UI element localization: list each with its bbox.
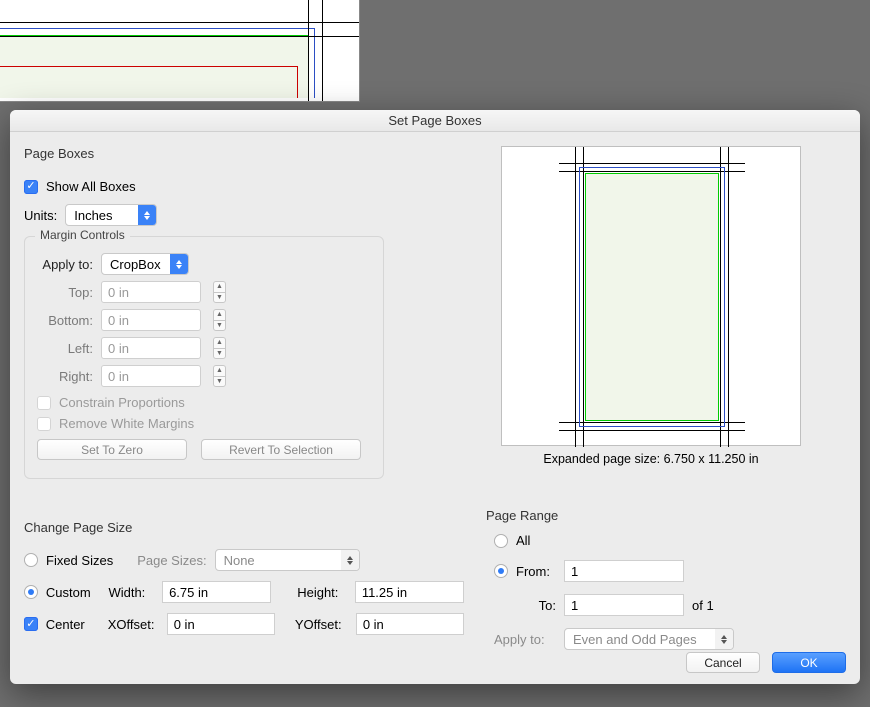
center-checkbox[interactable]: ✓ [24,617,38,631]
bottom-label: Bottom: [37,313,93,328]
to-input[interactable]: 1 [564,594,684,616]
height-input[interactable]: 11.25 in [355,581,464,603]
margin-controls-group: Margin Controls Apply to: CropBox Top: 0… [24,236,384,479]
to-suffix: of 1 [692,598,714,613]
custom-radio[interactable] [24,585,38,599]
apply-to-label: Apply to: [37,257,93,272]
right-stepper[interactable]: ▲▼ [213,365,226,387]
right-input[interactable]: 0 in [101,365,201,387]
top-label: Top: [37,285,93,300]
page-sizes-value: None [224,553,255,568]
range-apply-to-value: Even and Odd Pages [573,632,697,647]
all-pages-radio[interactable] [494,534,508,548]
constrain-proportions-label: Constrain Proportions [59,395,185,410]
from-radio[interactable] [494,564,508,578]
dialog-title: Set Page Boxes [10,110,860,132]
left-stepper[interactable]: ▲▼ [213,337,226,359]
yoffset-input[interactable]: 0 in [356,613,464,635]
width-input[interactable]: 6.75 in [162,581,271,603]
all-pages-label: All [516,533,530,548]
fixed-sizes-radio[interactable] [24,553,38,567]
constrain-proportions-checkbox [37,396,51,410]
cancel-button[interactable]: Cancel [686,652,760,673]
apply-to-value: CropBox [110,257,161,272]
width-label: Width: [108,585,154,600]
page-sizes-label: Page Sizes: [137,553,206,568]
units-select[interactable]: Inches [65,204,157,226]
to-label: To: [516,598,556,613]
bottom-stepper[interactable]: ▲▼ [213,309,226,331]
fixed-sizes-label: Fixed Sizes [46,553,113,568]
xoffset-label: XOffset: [108,617,159,632]
from-input[interactable]: 1 [564,560,684,582]
top-stepper[interactable]: ▲▼ [213,281,226,303]
xoffset-input[interactable]: 0 in [167,613,275,635]
yoffset-label: YOffset: [295,617,348,632]
background-document [0,0,360,102]
height-label: Height: [297,585,347,600]
remove-white-margins-label: Remove White Margins [59,416,194,431]
revert-to-selection-button[interactable]: Revert To Selection [201,439,361,460]
page-sizes-select: None [215,549,360,571]
units-value: Inches [74,208,112,223]
left-input[interactable]: 0 in [101,337,201,359]
page-range-section-label: Page Range [486,508,846,523]
chevron-updown-icon [170,254,188,274]
chevron-updown-icon [138,205,156,225]
preview-caption: Expanded page size: 6.750 x 11.250 in [456,452,846,466]
bottom-input[interactable]: 0 in [101,309,201,331]
apply-to-select[interactable]: CropBox [101,253,189,275]
custom-label: Custom [46,585,101,600]
page-boxes-section-label: Page Boxes [24,146,444,161]
margin-controls-legend: Margin Controls [35,228,130,242]
left-label: Left: [37,341,93,356]
set-page-boxes-dialog: Set Page Boxes Page Boxes ✓ Show All Box… [10,110,860,684]
show-all-boxes-checkbox[interactable]: ✓ [24,180,38,194]
chevron-updown-icon [715,629,733,649]
range-apply-to-label: Apply to: [494,632,556,647]
top-input[interactable]: 0 in [101,281,201,303]
ok-button[interactable]: OK [772,652,846,673]
remove-white-margins-checkbox [37,417,51,431]
chevron-updown-icon [341,550,359,570]
center-label: Center [46,617,100,632]
units-label: Units: [24,208,57,223]
change-page-size-section-label: Change Page Size [24,520,464,535]
range-apply-to-select: Even and Odd Pages [564,628,734,650]
show-all-boxes-label: Show All Boxes [46,179,136,194]
right-label: Right: [37,369,93,384]
page-preview [501,146,801,446]
from-label: From: [516,564,556,579]
set-to-zero-button[interactable]: Set To Zero [37,439,187,460]
